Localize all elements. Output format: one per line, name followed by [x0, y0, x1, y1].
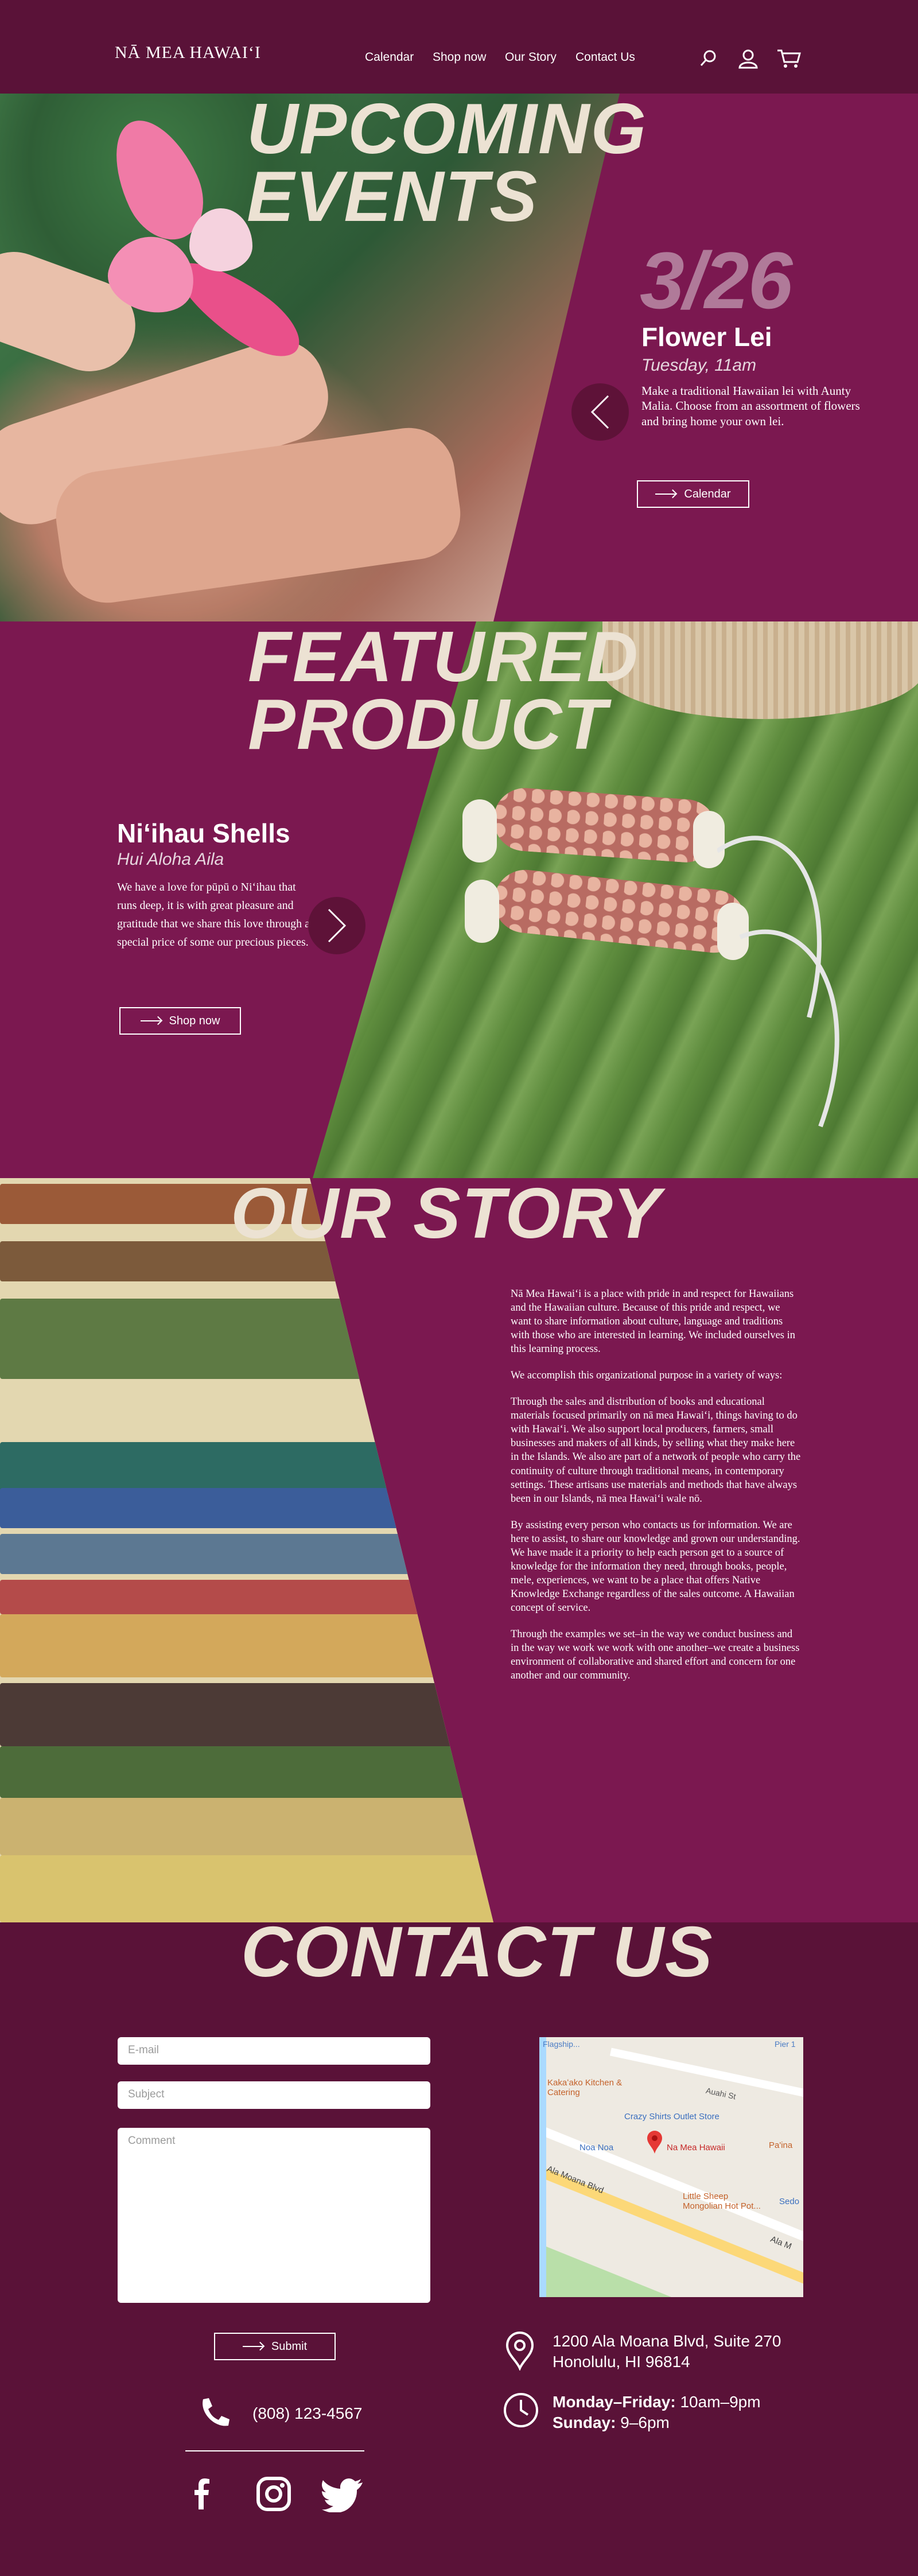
nav-contact-us[interactable]: Contact Us	[575, 50, 635, 64]
facebook-icon[interactable]	[185, 2476, 219, 2511]
instagram-icon[interactable]	[256, 2476, 291, 2512]
map-label: Pier 1	[775, 2039, 796, 2049]
story-paragraph: Nā Mea Hawaiʻi is a place with pride in …	[511, 1288, 795, 1355]
map-label: Crazy Shirts Outlet Store	[624, 2112, 719, 2122]
twitter-icon[interactable]	[321, 2478, 364, 2512]
map-label: Na Mea Hawaii	[667, 2143, 725, 2153]
events-prev-button[interactable]	[571, 383, 629, 441]
story-title: OUR STORY	[231, 1178, 662, 1253]
arrow-right-icon	[655, 494, 676, 495]
comment-field[interactable]: Comment	[118, 2128, 430, 2303]
events-title-line1: UPCOMING	[247, 94, 647, 169]
email-field[interactable]: E-mail	[118, 2037, 430, 2065]
nav-our-story[interactable]: Our Story	[505, 50, 557, 64]
chevron-right-icon	[328, 908, 347, 943]
arrow-right-icon	[242, 2346, 263, 2347]
events-title-line2: EVENTS	[247, 157, 539, 236]
map-label: Sedo	[779, 2197, 800, 2206]
subject-field[interactable]: Subject	[118, 2081, 430, 2109]
hours-sunday-label: Sunday:	[553, 2414, 616, 2431]
location-pin-icon	[505, 2332, 534, 2371]
shop-now-button-label: Shop now	[169, 1014, 220, 1027]
hours-weekdays: Monday–Friday: 10am–9pm	[553, 2392, 761, 2412]
map-label: Auahi St	[705, 2085, 737, 2101]
product-subtitle: Hui Aloha Aila	[117, 850, 224, 869]
contact-title: CONTACT US	[241, 1913, 714, 1992]
map-label: Pa'ina	[769, 2140, 793, 2150]
calendar-button-label: Calendar	[684, 487, 731, 500]
arrow-right-icon	[140, 1020, 161, 1021]
cart-icon[interactable]	[777, 48, 801, 69]
hours-weekdays-value: 10am–9pm	[680, 2393, 761, 2411]
event-description: Make a traditional Hawaiian lei with Aun…	[641, 384, 860, 428]
story-text: Nā Mea Hawaiʻi is a place with pride in …	[511, 1287, 803, 1695]
event-date: 3/26	[640, 235, 792, 325]
featured-title-line1: FEATURED	[248, 621, 639, 697]
chevron-left-icon	[590, 395, 609, 429]
featured-title-line2: PRODUCT	[248, 685, 608, 764]
location-map[interactable]: Flagship... Pier 1 Kakaʻako Kitchen & Ca…	[539, 2037, 803, 2297]
phone-number[interactable]: (808) 123-4567	[252, 2403, 362, 2424]
product-description: We have a love for pūpū o Niʻihau that r…	[117, 881, 310, 949]
nav-calendar[interactable]: Calendar	[365, 50, 414, 64]
story-paragraph: Through the examples we set–in the way w…	[511, 1628, 800, 1682]
map-label: Kakaʻako Kitchen & Catering	[547, 2078, 623, 2097]
divider	[185, 2450, 364, 2451]
story-section: OUR STORY Nā Mea Hawaiʻi is a place with…	[0, 1178, 918, 1922]
phone-icon	[203, 2398, 230, 2426]
user-icon[interactable]	[738, 48, 758, 69]
story-paragraph: We accomplish this organizational purpos…	[511, 1370, 783, 1382]
address-line2: Honolulu, HI 96814	[553, 2353, 690, 2371]
product-name: Niʻihau Shells	[117, 818, 290, 848]
hours-weekdays-label: Monday–Friday:	[553, 2393, 676, 2411]
site-logo[interactable]: NĀ MEA HAWAIʻI	[115, 43, 261, 63]
map-label: Little Sheep Mongolian Hot Pot...	[683, 2192, 761, 2211]
event-title: Flower Lei	[641, 322, 772, 352]
events-section: UPCOMING EVENTS 3/26 Flower Lei Tuesday,…	[0, 94, 918, 621]
calendar-button[interactable]: Calendar	[637, 480, 749, 508]
submit-button-label: Submit	[271, 2340, 308, 2353]
hours-sunday-value: 9–6pm	[620, 2414, 670, 2431]
shop-now-button[interactable]: Shop now	[119, 1007, 241, 1035]
contact-section: CONTACT US E-mail Subject Comment Submit…	[0, 1917, 918, 2576]
search-icon[interactable]	[699, 48, 719, 69]
map-pin-icon[interactable]	[646, 2130, 663, 2154]
story-paragraph: By assisting every person who contacts u…	[511, 1519, 800, 1614]
hours-sunday: Sunday: 9–6pm	[553, 2412, 670, 2433]
map-label: Ala M	[769, 2234, 793, 2252]
submit-button[interactable]: Submit	[214, 2333, 336, 2360]
featured-section: FEATURED PRODUCT Niʻihau Shells Hui Aloh…	[0, 621, 918, 1178]
map-label: Noa Noa	[579, 2143, 614, 2153]
featured-next-button[interactable]	[308, 897, 365, 954]
address-line1: 1200 Ala Moana Blvd, Suite 270	[553, 2332, 781, 2350]
clock-icon	[504, 2393, 538, 2427]
map-label: Flagship...	[543, 2039, 580, 2049]
nav-shop-now[interactable]: Shop now	[433, 50, 486, 64]
event-time: Tuesday, 11am	[641, 356, 757, 375]
story-paragraph: Through the sales and distribution of bo…	[511, 1396, 801, 1505]
books-photo	[0, 1178, 493, 1922]
site-header: NĀ MEA HAWAIʻI Calendar Shop now Our Sto…	[0, 0, 918, 94]
